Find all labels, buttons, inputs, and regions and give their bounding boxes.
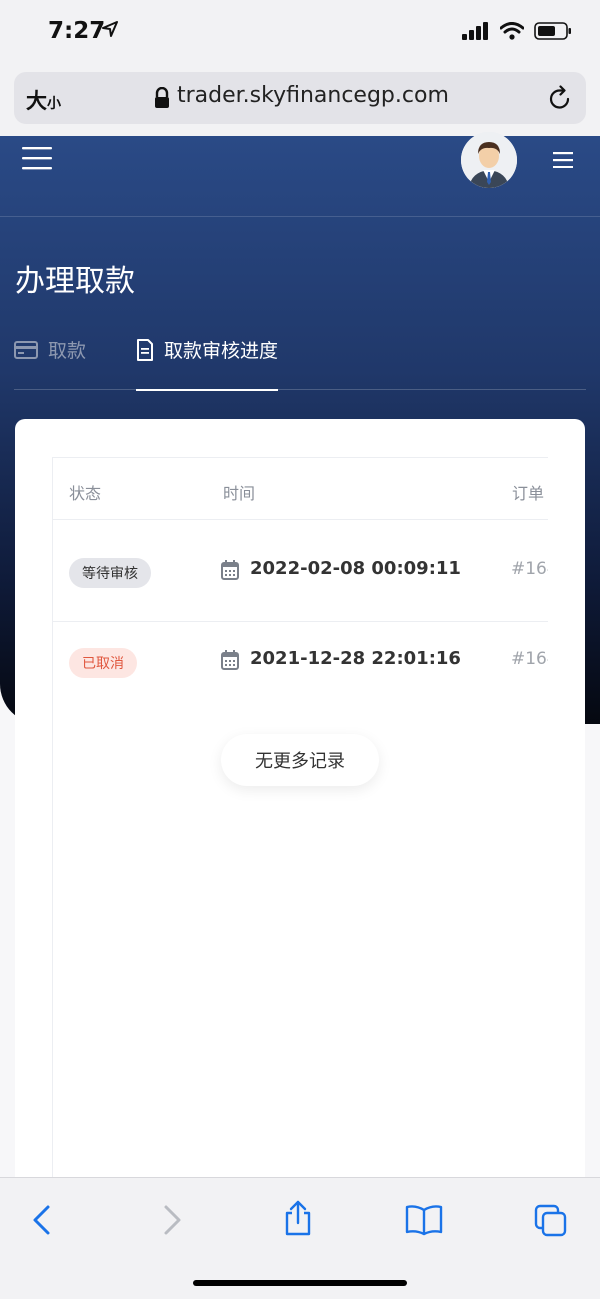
- reload-icon[interactable]: [548, 85, 572, 111]
- user-avatar[interactable]: [461, 132, 517, 188]
- status-badge: 等待审核: [69, 558, 151, 588]
- forward-icon: [164, 1205, 181, 1235]
- tab-withdraw[interactable]: 取款: [14, 336, 86, 390]
- calendar-icon: [221, 650, 239, 670]
- home-indicator: [193, 1280, 407, 1286]
- cellular-signal-icon: [462, 22, 488, 40]
- status-badge: 已取消: [69, 648, 137, 678]
- row-order-id[interactable]: #164: [511, 649, 548, 669]
- row-order-id[interactable]: #164: [511, 559, 548, 579]
- hamburger-menu-icon[interactable]: [22, 146, 52, 170]
- table-header: 状态 时间 订单: [53, 458, 548, 520]
- table-row[interactable]: 等待审核 2022-02-08 00:09:11 #164: [53, 520, 548, 622]
- credit-card-icon: [14, 341, 38, 359]
- wifi-icon: [500, 22, 524, 40]
- no-more-records-pill: 无更多记录: [221, 734, 379, 786]
- tab-progress-label: 取款审核进度: [164, 340, 279, 362]
- calendar-icon: [221, 560, 239, 580]
- text-size-big: 大: [26, 89, 47, 113]
- url-field[interactable]: 大小 trader.skyfinancegp.com: [14, 72, 586, 124]
- text-size-button[interactable]: 大小: [26, 85, 61, 115]
- column-header-status: 状态: [69, 484, 102, 503]
- battery-icon: [534, 22, 571, 40]
- back-icon[interactable]: [30, 1204, 54, 1236]
- tab-withdraw-progress[interactable]: 取款审核进度: [136, 336, 279, 391]
- header-divider: [0, 216, 600, 217]
- menu-icon[interactable]: [553, 152, 573, 168]
- location-arrow-icon: [102, 21, 118, 37]
- column-header-order: 订单: [512, 484, 545, 503]
- text-size-small: 小: [47, 96, 61, 112]
- withdraw-records-table: 状态 时间 订单 等待审核 2022-02-08 00:09:11 #164 已…: [52, 457, 548, 1197]
- row-datetime: 2021-12-28 22:01:16: [250, 648, 461, 669]
- bookmarks-icon[interactable]: [405, 1204, 443, 1236]
- records-card: 状态 时间 订单 等待审核 2022-02-08 00:09:11 #164 已…: [15, 419, 585, 1197]
- column-header-time: 时间: [223, 484, 256, 503]
- browser-address-bar: 大小 trader.skyfinancegp.com: [0, 66, 600, 136]
- status-bar: 7:27: [0, 0, 600, 66]
- page-title: 办理取款: [15, 264, 135, 299]
- document-icon: [137, 339, 153, 361]
- tab-bar: 取款 取款审核进度: [14, 336, 586, 391]
- url-text: trader.skyfinancegp.com: [177, 83, 449, 108]
- status-time: 7:27: [48, 18, 106, 44]
- avatar-illustration: [461, 132, 517, 188]
- row-datetime: 2022-02-08 00:09:11: [250, 558, 461, 579]
- table-row[interactable]: 已取消 2021-12-28 22:01:16 #164: [53, 622, 548, 724]
- lock-icon: [155, 87, 169, 108]
- tabs-icon[interactable]: [534, 1204, 568, 1238]
- share-icon[interactable]: [283, 1200, 313, 1236]
- tab-withdraw-label: 取款: [48, 340, 87, 362]
